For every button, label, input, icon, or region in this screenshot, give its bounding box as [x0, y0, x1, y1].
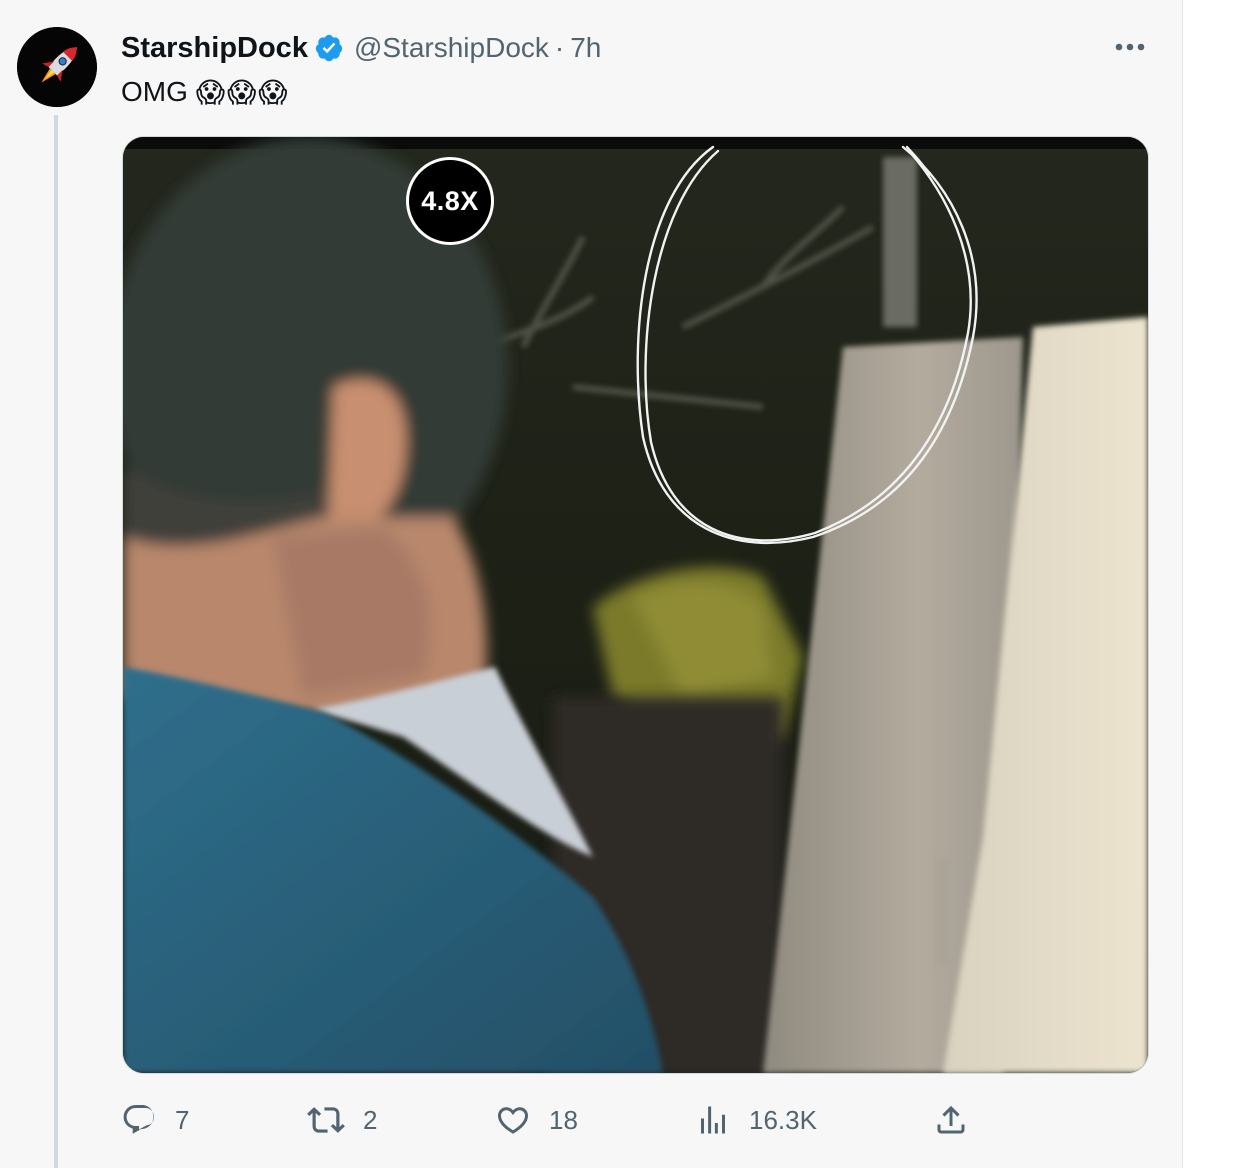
screaming-face-emoji: 😱: [195, 76, 226, 108]
analytics-icon: [701, 1106, 725, 1134]
zoom-badge: 4.8X: [406, 157, 494, 245]
thread-line: [54, 115, 58, 1168]
emoji-row: 😱 😱 😱: [196, 76, 288, 109]
share-icon: [937, 1105, 965, 1134]
retweet-icon: [307, 1107, 345, 1133]
more-dots-icon: [1115, 43, 1145, 51]
page: StarshipDock @StarshipDock · 7h OMG 😱 😱 …: [0, 0, 1234, 1168]
tweet-timestamp[interactable]: 7h: [570, 32, 601, 64]
views-count: 16.3K: [749, 1104, 817, 1135]
reply-count: 7: [175, 1104, 190, 1135]
separator-dot: ·: [554, 32, 565, 63]
views-button[interactable]: 16.3K: [695, 1098, 817, 1142]
screaming-face-emoji: 😱: [258, 76, 288, 108]
more-options-button[interactable]: [1108, 30, 1152, 64]
reply-button[interactable]: 7: [121, 1098, 189, 1142]
author-handle[interactable]: @StarshipDock: [354, 32, 549, 64]
tweet[interactable]: StarshipDock @StarshipDock · 7h OMG 😱 😱 …: [0, 0, 1183, 1168]
zoom-label: 4.8X: [421, 185, 479, 216]
tweet-text: OMG 😱 😱 😱: [121, 72, 288, 112]
tweet-text-content: OMG: [121, 76, 188, 107]
share-button[interactable]: [933, 1098, 969, 1142]
reply-icon: [123, 1105, 154, 1134]
rocket-icon: [17, 27, 97, 107]
retweet-count: 2: [363, 1104, 378, 1135]
like-button[interactable]: 18: [495, 1098, 578, 1142]
heart-icon: [497, 1107, 529, 1134]
author-display-name[interactable]: StarshipDock: [121, 32, 308, 65]
tweet-media-image[interactable]: 4.8X: [122, 136, 1149, 1074]
avatar[interactable]: [17, 27, 97, 107]
retweet-button[interactable]: 2: [307, 1098, 377, 1142]
like-count: 18: [549, 1104, 578, 1135]
tweet-actions: 7 2 18 16.3K: [121, 1098, 1151, 1142]
screaming-face-emoji: 😱: [227, 76, 257, 108]
media-photo: [123, 137, 1148, 1073]
tweet-header: StarshipDock @StarshipDock · 7h: [121, 28, 601, 68]
verified-badge-icon: [314, 33, 344, 63]
